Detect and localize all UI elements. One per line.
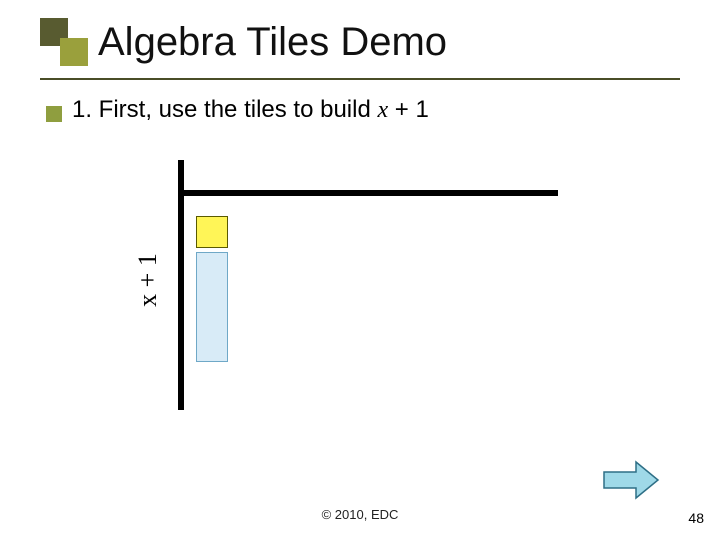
step-italic: x [377,97,388,123]
horizontal-axis [178,190,558,196]
y-axis-label: x + 1 [133,220,163,340]
title-underline [40,78,680,80]
x-tile [196,252,228,362]
tile-diagram: x + 1 [108,160,558,410]
step-prefix: 1. First, use the tiles to build [72,96,377,123]
footer-copyright: © 2010, EDC [0,507,720,522]
page-number: 48 [688,510,704,526]
step-instruction: 1. First, use the tiles to build x + 1 [72,96,429,124]
bullet-square-icon [46,106,62,122]
unit-tile [196,216,228,248]
next-arrow-button[interactable] [602,460,660,500]
title-square-light-icon [60,38,88,66]
page-title: Algebra Tiles Demo [98,20,447,65]
right-arrow-icon [602,460,660,500]
vertical-axis [178,160,184,410]
step-suffix: + 1 [388,96,429,123]
slide: Algebra Tiles Demo 1. First, use the til… [0,0,720,540]
